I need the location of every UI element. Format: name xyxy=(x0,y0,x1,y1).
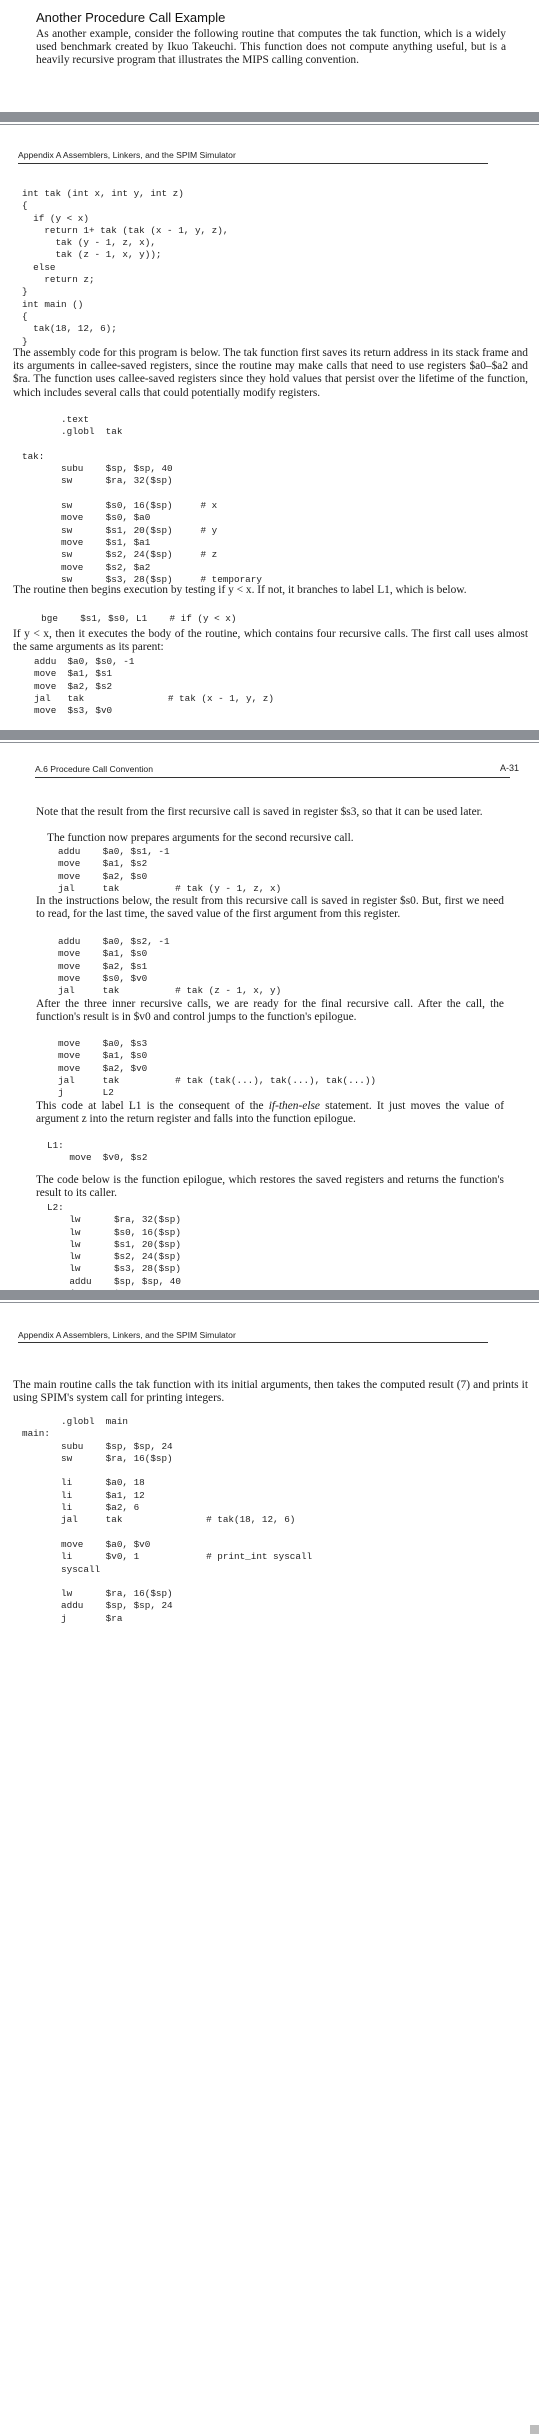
asm-listing-third-call: addu $a0, $s2, -1 move $a1, $s0 move $a2… xyxy=(58,936,282,997)
running-header: Appendix A Assemblers, Linkers, and the … xyxy=(18,150,236,160)
c-code-listing: int tak (int x, int y, int z) { if (y < … xyxy=(22,188,229,347)
paragraph-third-call: In the instructions below, the result fr… xyxy=(36,895,504,921)
intro-paragraph: As another example, consider the followi… xyxy=(36,28,506,67)
page-separator-line xyxy=(0,1302,539,1303)
page-separator xyxy=(0,1290,539,1300)
page-separator xyxy=(0,730,539,740)
asm-listing-prologue: .text .globl tak tak: subu $sp, $sp, 40 … xyxy=(22,414,262,585)
asm-listing-l1: L1: move $v0, $s2 xyxy=(47,1140,148,1164)
asm-listing-first-call: addu $a0, $s0, -1 move $a1, $s1 move $a2… xyxy=(34,656,274,717)
paragraph-label-l1: This code at label L1 is the consequent … xyxy=(36,1100,504,1126)
asm-listing-main: .globl main main: subu $sp, $sp, 24 sw $… xyxy=(22,1416,313,1624)
paragraph-first-result: Note that the result from the first recu… xyxy=(36,806,483,818)
paragraph-branch: The routine then begins execution by tes… xyxy=(13,584,467,596)
paragraph-body: If y < x, then it executes the body of t… xyxy=(13,628,528,654)
header-rule xyxy=(18,1342,488,1343)
page-number: A-31 xyxy=(499,763,519,773)
header-rule xyxy=(18,163,488,164)
paragraph-main-routine: The main routine calls the tak function … xyxy=(13,1379,528,1405)
page-separator xyxy=(0,112,539,122)
asm-listing-branch: bge $s1, $s0, L1 # if (y < x) xyxy=(30,613,237,624)
section-title: Another Procedure Call Example xyxy=(36,10,226,25)
running-header: A.6 Procedure Call Convention xyxy=(35,764,153,774)
corner-mark xyxy=(530,2425,539,2434)
header-rule xyxy=(35,777,510,778)
paragraph-second-call: The function now prepares arguments for … xyxy=(47,832,354,844)
page-separator-line xyxy=(0,742,539,743)
asm-listing-epilogue: L2: lw $ra, 32($sp) lw $s0, 16($sp) lw $… xyxy=(47,1202,181,1299)
paragraph-epilogue: The code below is the function epilogue,… xyxy=(36,1174,504,1200)
asm-listing-second-call: addu $a0, $s1, -1 move $a1, $s2 move $a2… xyxy=(58,846,282,894)
asm-listing-final-call: move $a0, $s3 move $a1, $s0 move $a2, $v… xyxy=(58,1038,377,1099)
paragraph-assembly-intro: The assembly code for this program is be… xyxy=(13,347,528,399)
running-header: Appendix A Assemblers, Linkers, and the … xyxy=(18,1330,236,1340)
page-separator-line xyxy=(0,124,539,125)
paragraph-final-call: After the three inner recursive calls, w… xyxy=(36,998,504,1024)
